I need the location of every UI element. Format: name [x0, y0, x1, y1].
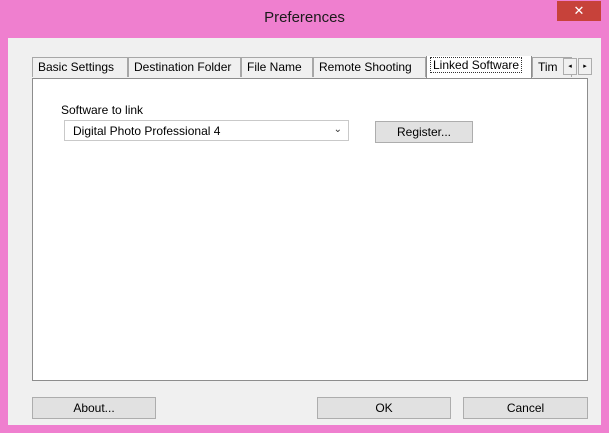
tab-label: Linked Software — [430, 57, 523, 73]
tab-label: File Name — [247, 60, 302, 74]
software-select-value: Digital Photo Professional 4 — [73, 124, 221, 138]
chevron-left-icon: ◂ — [568, 63, 572, 70]
chevron-down-icon: ⌄ — [333, 124, 342, 135]
title-bar[interactable]: Preferences ✕ — [0, 0, 609, 38]
cancel-button[interactable]: Cancel — [463, 397, 588, 419]
chevron-right-icon: ▸ — [583, 63, 587, 70]
tab-remote-shooting[interactable]: Remote Shooting — [313, 57, 426, 77]
tab-destination-folder[interactable]: Destination Folder — [128, 57, 241, 77]
window-title: Preferences — [264, 9, 345, 26]
tab-linked-software[interactable]: Linked Software — [426, 56, 532, 78]
software-to-link-label: Software to link — [61, 103, 144, 117]
tab-scroll-buttons: ◂ ▸ — [563, 58, 593, 75]
tab-scroll-right-button[interactable]: ▸ — [578, 58, 592, 75]
tab-label: Tim — [538, 60, 558, 74]
software-select[interactable]: Digital Photo Professional 4 ⌄ — [64, 120, 349, 141]
ok-button[interactable]: OK — [317, 397, 451, 419]
close-icon: ✕ — [573, 3, 585, 18]
tab-scroll-left-button[interactable]: ◂ — [563, 58, 577, 75]
dialog-client-area: Basic Settings Destination Folder File N… — [8, 38, 601, 425]
register-button[interactable]: Register... — [375, 121, 473, 143]
tab-label: Remote Shooting — [319, 60, 412, 74]
tab-strip: Basic Settings Destination Folder File N… — [32, 56, 588, 78]
tab-label: Destination Folder — [134, 60, 232, 74]
tab-basic-settings[interactable]: Basic Settings — [32, 57, 128, 77]
close-button[interactable]: ✕ — [557, 1, 601, 21]
tab-label: Basic Settings — [38, 60, 115, 74]
tab-file-name[interactable]: File Name — [241, 57, 313, 77]
about-button[interactable]: About... — [32, 397, 156, 419]
linked-software-panel: Software to link Digital Photo Professio… — [32, 78, 588, 381]
preferences-window: Preferences ✕ Basic Settings Destination… — [0, 0, 609, 433]
